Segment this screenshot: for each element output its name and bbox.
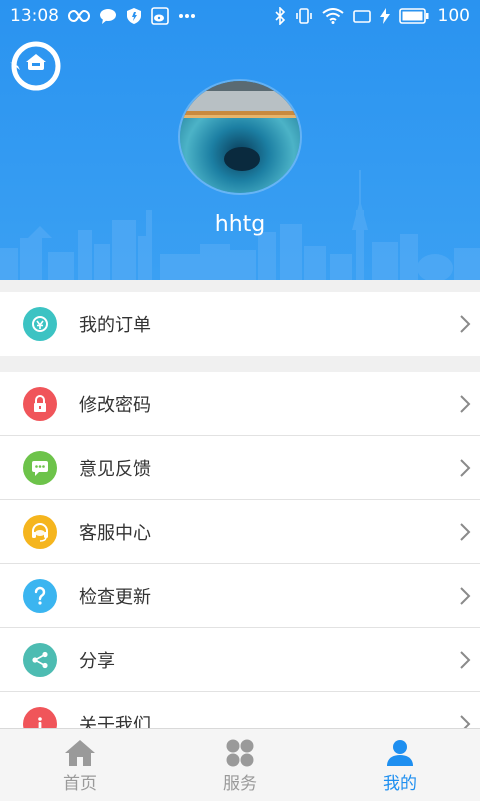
menu-label-change-password: 修改密码 [79, 394, 151, 416]
services-grid-icon [226, 739, 254, 767]
menu-item-feedback[interactable]: 意见反馈 [0, 436, 480, 500]
bottom-tab-bar: 首页 服务 我的 [0, 728, 480, 801]
tab-services[interactable]: 服务 [160, 729, 320, 801]
share-icon [23, 642, 57, 677]
infinity-icon [68, 10, 90, 22]
tab-label-services: 服务 [223, 774, 257, 794]
menu-item-about-us[interactable]: 关于我们 [0, 692, 480, 728]
lock-icon [23, 386, 57, 421]
charging-icon [379, 8, 390, 24]
chat-bubble-icon [23, 450, 57, 485]
signal-icon [352, 9, 371, 23]
tab-home[interactable]: 首页 [0, 729, 160, 801]
chevron-right-icon [460, 315, 471, 333]
chevron-right-icon [460, 650, 471, 669]
menu-label-orders: 我的订单 [79, 315, 151, 336]
menu-label-share: 分享 [79, 650, 115, 672]
menu-item-share[interactable]: 分享 [0, 628, 480, 692]
avatar[interactable] [180, 81, 300, 193]
menu-group-settings: 修改密码 意见反馈 客服中心 检查更新 分享 关于我们 [0, 372, 480, 728]
shield-icon [126, 7, 142, 25]
menu-item-orders[interactable]: 我的订单 [0, 292, 480, 356]
chevron-right-icon [460, 458, 471, 477]
wifi-icon [321, 8, 344, 24]
battery-icon [398, 8, 429, 24]
headset-icon [23, 514, 57, 549]
chevron-right-icon [460, 394, 471, 413]
menu-label-check-update: 检查更新 [79, 586, 151, 608]
chevron-right-icon [460, 715, 471, 728]
menu-label-about-us: 关于我们 [79, 715, 151, 728]
chevron-right-icon [460, 586, 471, 605]
app-logo [10, 41, 61, 91]
battery-level: 100 [437, 6, 470, 26]
tab-label-mine: 我的 [383, 774, 417, 794]
avatar-image [180, 81, 300, 193]
menu-item-check-update[interactable]: 检查更新 [0, 564, 480, 628]
order-icon [23, 307, 57, 341]
tab-mine[interactable]: 我的 [320, 729, 480, 801]
message-bubble-icon [99, 8, 117, 24]
bluetooth-icon [274, 7, 286, 25]
weibo-icon [151, 7, 169, 25]
question-icon [23, 578, 57, 613]
chevron-right-icon [460, 522, 471, 541]
status-time: 13:08 [10, 6, 59, 26]
menu-label-customer-service: 客服中心 [79, 522, 151, 544]
menu-label-feedback: 意见反馈 [79, 458, 151, 480]
menu-item-change-password[interactable]: 修改密码 [0, 372, 480, 436]
more-dots-icon [178, 13, 196, 19]
status-bar: 13:08 100 [0, 0, 480, 32]
home-icon [65, 740, 95, 766]
username: hhtg [214, 212, 266, 237]
menu-item-customer-service[interactable]: 客服中心 [0, 500, 480, 564]
profile-header: hhtg [0, 0, 480, 280]
user-icon [387, 740, 413, 766]
menu-group-orders: 我的订单 [0, 292, 480, 356]
tab-label-home: 首页 [63, 774, 97, 794]
info-icon [23, 707, 57, 728]
vibrate-icon [295, 7, 313, 25]
